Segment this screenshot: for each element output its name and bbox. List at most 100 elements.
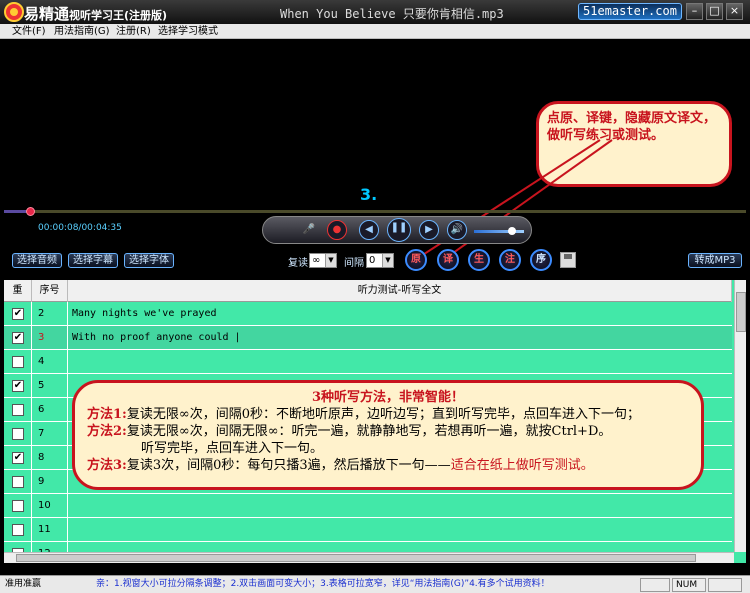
index-cell: 8 bbox=[32, 446, 68, 470]
num-lock-indicator: NUM bbox=[672, 578, 706, 592]
chevron-down-icon: ▼ bbox=[382, 254, 393, 267]
interval-select[interactable]: 0 ▼ bbox=[366, 253, 394, 268]
select-font-button[interactable]: 选择字体 bbox=[124, 253, 174, 268]
repeat-cell bbox=[4, 422, 32, 446]
col-index-header[interactable]: 序号 bbox=[32, 280, 68, 302]
progress-handle[interactable] bbox=[26, 207, 36, 216]
sequence-button[interactable]: 序 bbox=[530, 249, 552, 271]
repeat-checkbox[interactable] bbox=[12, 476, 24, 488]
table-row[interactable]: ✔ 2 Many nights we've prayed bbox=[4, 302, 732, 326]
repeat-checkbox[interactable]: ✔ bbox=[12, 452, 24, 464]
index-cell: 5 bbox=[32, 374, 68, 398]
dictation-text-cell[interactable]: With no proof anyone could | bbox=[68, 326, 732, 350]
progress-bar[interactable] bbox=[4, 210, 746, 213]
previous-button[interactable]: ◀ bbox=[359, 220, 379, 240]
app-subtitle: 视听学习王(注册版) bbox=[69, 9, 168, 22]
hide-translation-button[interactable]: 译 bbox=[437, 249, 459, 271]
index-cell: 11 bbox=[32, 518, 68, 542]
repeat-cell: ✔ bbox=[4, 302, 32, 326]
notes-button[interactable]: 注 bbox=[499, 249, 521, 271]
repeat-checkbox[interactable] bbox=[12, 524, 24, 536]
method2-continuation: 听写完毕，点回车进入下一句。 bbox=[141, 441, 324, 456]
site-badge-link[interactable]: 51emaster.com bbox=[578, 3, 682, 20]
file-title: When You Believe 只要你肯相信.mp3 bbox=[280, 7, 504, 21]
repeat-checkbox[interactable] bbox=[12, 428, 24, 440]
horizontal-scrollbar[interactable] bbox=[4, 552, 734, 563]
app-title: 易精通视听学习王(注册版) bbox=[24, 5, 168, 23]
table-row[interactable]: ✔ 3 With no proof anyone could | bbox=[4, 326, 732, 350]
dictation-text-cell[interactable]: Many nights we've prayed bbox=[68, 302, 732, 326]
status-panel bbox=[708, 578, 742, 592]
next-button[interactable]: ▶ bbox=[419, 220, 439, 240]
repeat-cell: ✔ bbox=[4, 446, 32, 470]
menu-file[interactable]: 文件(F) bbox=[12, 24, 46, 39]
video-area[interactable]: 点原、译键，隐藏原文译文，做听写练习或测试。 3. bbox=[0, 39, 750, 209]
menu-learning-mode[interactable]: 选择学习模式 bbox=[158, 24, 218, 39]
menu-bar: 文件(F) 用法指南(G) 注册(R) 选择学习模式 bbox=[0, 24, 750, 39]
col-repeat-header[interactable]: 重 bbox=[4, 280, 32, 302]
table-row[interactable]: 10 bbox=[4, 494, 732, 518]
chevron-down-icon: ▼ bbox=[325, 254, 336, 267]
col-text-header[interactable]: 听力测试-听写全文 bbox=[68, 280, 732, 302]
convert-mp3-button[interactable]: 转成MP3 bbox=[688, 253, 742, 268]
menu-guide[interactable]: 用法指南(G) bbox=[54, 24, 110, 39]
vocabulary-button[interactable]: 生 bbox=[468, 249, 490, 271]
volume-handle[interactable] bbox=[507, 227, 516, 235]
subtitle-index: 3. bbox=[360, 185, 378, 204]
repeat-cell bbox=[4, 494, 32, 518]
pause-button[interactable]: ❚❚ bbox=[387, 218, 411, 242]
method2-text: 复读无限∞次，间隔无限∞：听完一遍，就静静地写，若想再听一遍，就按Ctrl+D。 bbox=[126, 424, 612, 439]
dictation-text-cell[interactable] bbox=[68, 494, 732, 518]
scroll-thumb[interactable] bbox=[16, 554, 696, 562]
scroll-thumb[interactable] bbox=[736, 292, 746, 332]
repeat-cell bbox=[4, 518, 32, 542]
repeat-cell: ✔ bbox=[4, 374, 32, 398]
table-row[interactable]: 11 bbox=[4, 518, 732, 542]
repeat-cell bbox=[4, 398, 32, 422]
record-button[interactable]: ● bbox=[327, 220, 347, 240]
interval-label: 间隔 bbox=[344, 258, 364, 269]
select-subtitle-button[interactable]: 选择字幕 bbox=[68, 253, 118, 268]
index-cell: 9 bbox=[32, 470, 68, 494]
volume-slider[interactable] bbox=[474, 230, 524, 233]
method3-highlight: 适合在纸上做听写测试。 bbox=[450, 458, 594, 473]
hide-original-button[interactable]: 原 bbox=[405, 249, 427, 271]
repeat-checkbox[interactable]: ✔ bbox=[12, 332, 24, 344]
menu-register[interactable]: 注册(R) bbox=[116, 24, 151, 39]
index-cell: 6 bbox=[32, 398, 68, 422]
dictation-text-cell[interactable] bbox=[68, 518, 732, 542]
repeat-checkbox[interactable] bbox=[12, 356, 24, 368]
index-cell: 10 bbox=[32, 494, 68, 518]
repeat-checkbox[interactable]: ✔ bbox=[12, 308, 24, 320]
tip-callout-top: 点原、译键，隐藏原文译文，做听写练习或测试。 bbox=[536, 101, 732, 187]
close-button[interactable]: × bbox=[726, 3, 743, 20]
repeat-checkbox[interactable] bbox=[12, 404, 24, 416]
repeat-select[interactable]: ∞ ▼ bbox=[309, 253, 337, 268]
index-cell: 2 bbox=[32, 302, 68, 326]
table-header: 重 序号 听力测试-听写全文 bbox=[4, 280, 732, 302]
method1-text: 复读无限∞次，间隔0秒：不断地听原声，边听边写；直到听写完毕，点回车进入下一句； bbox=[126, 407, 640, 422]
vertical-scrollbar[interactable] bbox=[734, 280, 746, 552]
method1-label: 方法1: bbox=[87, 407, 127, 422]
table-row[interactable]: 4 bbox=[4, 350, 732, 374]
method3-label: 方法3: bbox=[87, 458, 127, 473]
index-cell: 4 bbox=[32, 350, 68, 374]
microphone-icon[interactable]: 🎤 bbox=[299, 220, 319, 240]
minimize-button[interactable]: – bbox=[686, 3, 703, 20]
repeat-checkbox[interactable] bbox=[12, 500, 24, 512]
volume-icon[interactable]: 🔊 bbox=[447, 220, 467, 240]
status-left: 准用准赢 bbox=[5, 579, 42, 589]
status-bar: 准用准赢 亲：1.视窗大小可拉分隔条调整；2.双击画面可变大小；3.表格可拉宽窄… bbox=[0, 575, 750, 593]
index-cell: 3 bbox=[32, 326, 68, 350]
save-icon[interactable] bbox=[560, 252, 576, 268]
maximize-button[interactable]: □ bbox=[706, 3, 723, 20]
dictation-text-cell[interactable] bbox=[68, 350, 732, 374]
repeat-checkbox[interactable]: ✔ bbox=[12, 380, 24, 392]
repeat-cell bbox=[4, 470, 32, 494]
repeat-cell: ✔ bbox=[4, 326, 32, 350]
status-tip: 亲：1.视窗大小可拉分隔条调整；2.双击画面可变大小；3.表格可拉宽窄，详见“用… bbox=[96, 579, 550, 589]
app-logo-icon bbox=[4, 2, 24, 22]
method2-label: 方法2: bbox=[87, 424, 127, 439]
repeat-label: 复读 bbox=[288, 258, 308, 269]
select-audio-button[interactable]: 选择音频 bbox=[12, 253, 62, 268]
